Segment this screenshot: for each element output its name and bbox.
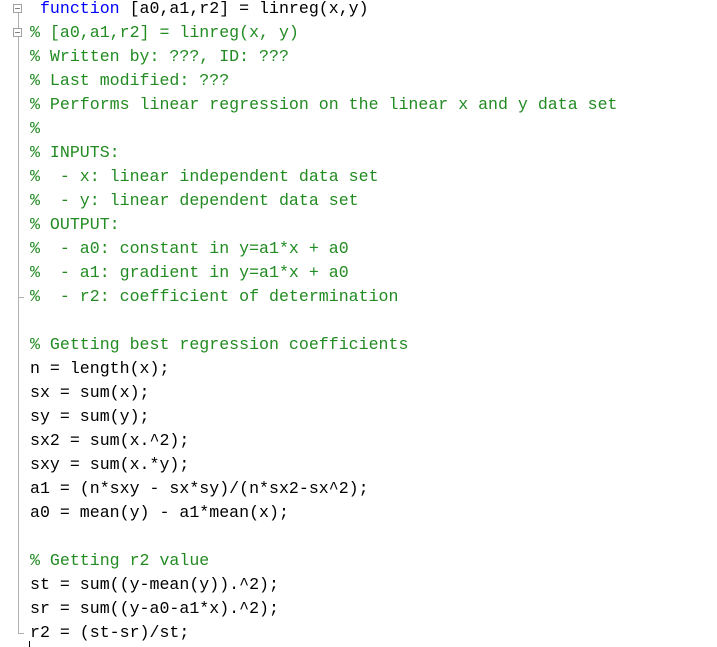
code-token: a0 = mean(y) - a1*mean(x); bbox=[30, 503, 289, 522]
code-token: sr = sum((y-a0-a1*x).^2); bbox=[30, 599, 279, 618]
code-token: [a0,a1,r2] = linreg(x,y) bbox=[119, 0, 369, 18]
fold-toggle-function[interactable] bbox=[13, 4, 22, 13]
code-line[interactable]: % - r2: coefficient of determination bbox=[30, 285, 398, 309]
code-line[interactable]: sx2 = sum(x.^2); bbox=[30, 429, 189, 453]
comment-token: % INPUTS: bbox=[30, 143, 120, 162]
fold-end-marker bbox=[18, 633, 24, 634]
comment-token: % [a0,a1,r2] = linreg(x, y) bbox=[30, 23, 299, 42]
code-token: st = sum((y-mean(y)).^2); bbox=[30, 575, 279, 594]
code-line[interactable]: % - a1: gradient in y=a1*x + a0 bbox=[30, 261, 349, 285]
comment-token: % bbox=[30, 119, 40, 138]
code-token: sx = sum(x); bbox=[30, 383, 150, 402]
comment-token: % - a1: gradient in y=a1*x + a0 bbox=[30, 263, 349, 282]
code-line[interactable]: sy = sum(y); bbox=[30, 405, 150, 429]
code-line[interactable]: a1 = (n*sxy - sx*sy)/(n*sx2-sx^2); bbox=[30, 477, 369, 501]
code-line[interactable]: sr = sum((y-a0-a1*x).^2); bbox=[30, 597, 279, 621]
comment-token: % - a0: constant in y=a1*x + a0 bbox=[30, 239, 349, 258]
code-line[interactable]: % INPUTS: bbox=[30, 141, 120, 165]
code-line[interactable]: % Performs linear regression on the line… bbox=[30, 93, 618, 117]
code-line[interactable]: % bbox=[30, 117, 40, 141]
code-line[interactable]: a0 = mean(y) - a1*mean(x); bbox=[30, 501, 289, 525]
code-line[interactable]: sxy = sum(x.*y); bbox=[30, 453, 189, 477]
fold-guide-line bbox=[18, 37, 19, 634]
comment-token: % Last modified: ??? bbox=[30, 71, 230, 90]
code-line[interactable]: % - y: linear dependent data set bbox=[30, 189, 359, 213]
comment-token: % Getting best regression coefficients bbox=[30, 335, 409, 354]
code-token: sxy = sum(x.*y); bbox=[30, 455, 190, 474]
code-token: sy = sum(y); bbox=[30, 407, 150, 426]
code-line[interactable]: r2 = (st-sr)/st; bbox=[30, 621, 189, 645]
fold-toggle-comment-block[interactable] bbox=[13, 28, 22, 37]
comment-token: % Written by: ???, ID: ??? bbox=[30, 47, 289, 66]
code-line[interactable]: % - a0: constant in y=a1*x + a0 bbox=[30, 237, 349, 261]
code-line[interactable]: % OUTPUT: bbox=[30, 213, 120, 237]
code-line[interactable]: % [a0,a1,r2] = linreg(x, y) bbox=[30, 21, 299, 45]
code-line[interactable]: sx = sum(x); bbox=[30, 381, 150, 405]
fold-end-marker bbox=[18, 297, 24, 298]
code-token: r2 = (st-sr)/st; bbox=[30, 623, 190, 642]
code-line[interactable]: n = length(x); bbox=[30, 357, 169, 381]
comment-token: % - r2: coefficient of determination bbox=[30, 287, 399, 306]
comment-token: % OUTPUT: bbox=[30, 215, 120, 234]
comment-token: % Performs linear regression on the line… bbox=[30, 95, 618, 114]
keyword-token: function bbox=[39, 0, 120, 18]
code-token: sx2 = sum(x.^2); bbox=[30, 431, 190, 450]
code-line[interactable]: function [a0,a1,r2] = linreg(x,y) bbox=[30, 0, 369, 21]
code-editor[interactable]: function [a0,a1,r2] = linreg(x,y)% [a0,a… bbox=[0, 0, 717, 647]
comment-token: % Getting r2 value bbox=[30, 551, 210, 570]
comment-token: % - y: linear dependent data set bbox=[30, 191, 359, 210]
code-line[interactable]: % Getting r2 value bbox=[30, 549, 209, 573]
code-token: a1 = (n*sxy - sx*sy)/(n*sx2-sx^2); bbox=[30, 479, 369, 498]
text-cursor bbox=[29, 641, 30, 647]
code-line[interactable]: % Written by: ???, ID: ??? bbox=[30, 45, 289, 69]
code-line[interactable]: % Getting best regression coefficients bbox=[30, 333, 408, 357]
fold-guide-line bbox=[18, 13, 19, 28]
code-token: n = length(x); bbox=[30, 359, 170, 378]
code-line[interactable]: st = sum((y-mean(y)).^2); bbox=[30, 573, 279, 597]
comment-token: % - x: linear independent data set bbox=[30, 167, 379, 186]
code-line[interactable]: % - x: linear independent data set bbox=[30, 165, 379, 189]
code-line[interactable]: % Last modified: ??? bbox=[30, 69, 229, 93]
